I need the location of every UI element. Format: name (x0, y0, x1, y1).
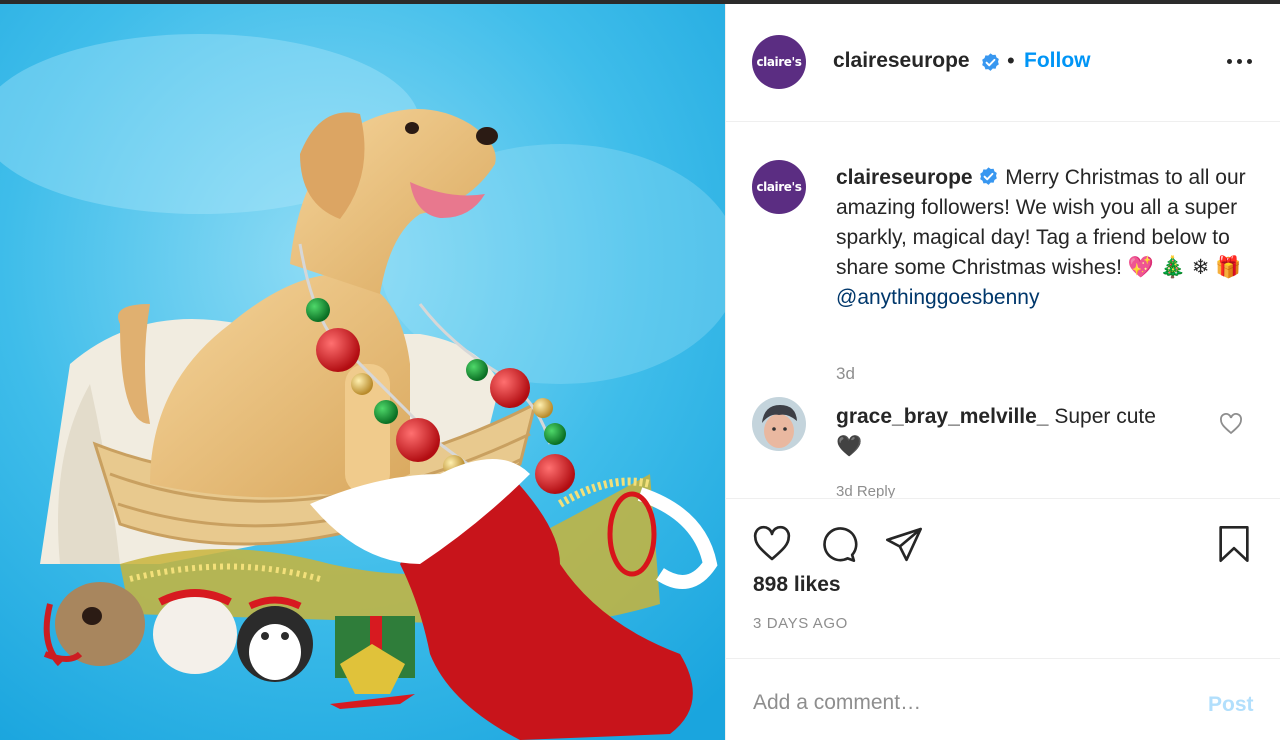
caption-mention-link[interactable]: @anythinggoesbenny (836, 286, 1039, 309)
heart-icon[interactable] (752, 525, 792, 563)
post-header: claire's claireseurope • Follow (726, 4, 1280, 122)
caption-username[interactable]: claireseurope (836, 166, 973, 189)
header-username[interactable]: claireseurope (833, 49, 970, 73)
caption-avatar[interactable]: claire's (752, 160, 806, 214)
puppy-christmas-image (0, 4, 725, 740)
post-comment-button[interactable]: Post (1208, 693, 1254, 717)
separator-dot: • (1007, 48, 1015, 73)
verified-badge-icon (982, 53, 999, 71)
commenter-avatar[interactable] (752, 397, 806, 451)
likes-count[interactable]: 898 likes (753, 573, 841, 597)
post-photo[interactable] (0, 4, 725, 740)
share-icon[interactable] (884, 524, 924, 564)
post-actions: 898 likes 3 DAYS AGO (726, 498, 1280, 658)
bookmark-icon[interactable] (1216, 524, 1252, 564)
comment-body: grace_bray_melville_ Super cute 🖤 (836, 402, 1186, 462)
comments-section[interactable]: claire's claireseurope Merry Christmas t… (726, 123, 1280, 498)
comment-meta[interactable]: 3d Reply (836, 483, 895, 498)
profile-avatar[interactable]: claire's (752, 35, 806, 89)
more-options-icon[interactable] (1226, 51, 1254, 71)
comment-username[interactable]: grace_bray_melville_ (836, 405, 1048, 428)
caption-timestamp[interactable]: 3d (836, 364, 855, 384)
add-comment-bar: Post (726, 658, 1280, 740)
post-caption: claireseurope Merry Christmas to all our… (836, 163, 1246, 313)
follow-button[interactable]: Follow (1024, 49, 1091, 73)
post-details-panel: claire's claireseurope • Follow claire's… (725, 4, 1280, 740)
comment-input[interactable] (753, 683, 1173, 723)
commenter-photo (752, 397, 806, 451)
comment-icon[interactable] (818, 524, 858, 564)
comment-like-heart-icon[interactable] (1219, 413, 1243, 435)
verified-badge-icon (980, 167, 998, 185)
comment-text: Super cute (1054, 405, 1156, 428)
comment-emoji: 🖤 (836, 435, 863, 458)
post-date[interactable]: 3 DAYS AGO (753, 615, 848, 632)
